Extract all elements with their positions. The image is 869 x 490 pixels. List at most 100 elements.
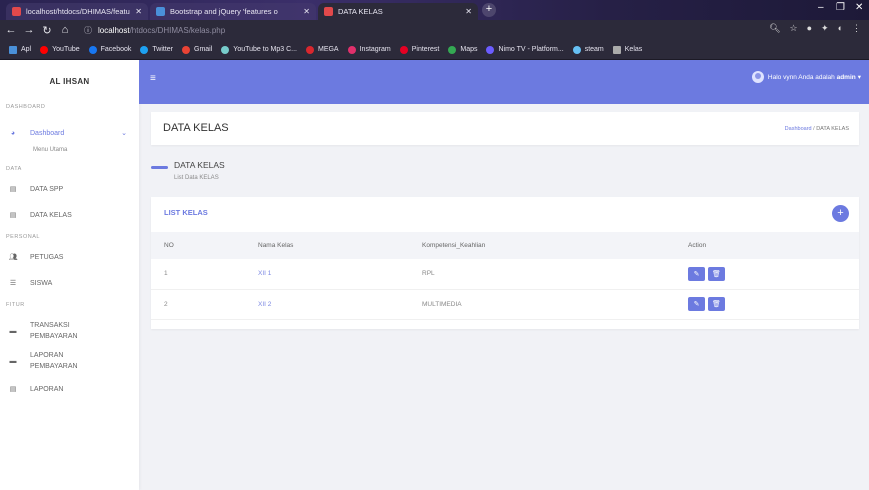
minimize-icon[interactable]: – [818, 2, 824, 13]
chevron-down-icon: ⌄ [121, 130, 127, 137]
steam-icon [572, 45, 581, 54]
bookmark-nimo[interactable]: Nimo TV - Platform... [486, 45, 564, 54]
column-header-kompetensi: Kompetensi_Keahlian [422, 232, 688, 259]
users-icon: 👥︎ [8, 254, 18, 261]
cell-kompetensi: MULTIMEDIA [422, 289, 688, 320]
browser-tab-2[interactable]: Bootstrap and jQuery 'features o ✕ [150, 3, 316, 20]
forward-icon[interactable]: → [22, 24, 36, 36]
search-icon[interactable]: 🔍︎ [769, 23, 780, 34]
user-greeting: Halo vynn Anda adalah [767, 73, 835, 81]
delete-button[interactable]: 🗑︎ [708, 266, 725, 281]
home-icon[interactable]: ⌂ [58, 24, 72, 36]
classroom-icon [612, 45, 621, 54]
facebook-icon [88, 45, 97, 54]
breadcrumb-separator: / [813, 126, 815, 132]
address-bar: ← → ↻ ⌂ ⓘ localhost/htdocs/DHIMAS/kelas.… [0, 20, 869, 40]
new-tab-button[interactable]: + [482, 3, 496, 17]
tab-close-icon[interactable]: ✕ [461, 7, 472, 16]
url-host: localhost [98, 25, 130, 35]
puzzle-icon[interactable]: ✦ [821, 23, 829, 34]
kelas-table: NO Nama Kelas Kompetensi_Keahlian Action… [151, 232, 859, 320]
sidebar-item-laporan-pembayaran[interactable]: ▬ LAPORAN PEMBAYARAN [0, 344, 139, 378]
sidebar-item-dashboard[interactable]: ◕ Dashboard ⌄ [0, 122, 139, 144]
sidebar-item-data-spp[interactable]: ▤ DATA SPP [0, 178, 139, 200]
back-icon[interactable]: ← [4, 24, 18, 36]
tab-title: localhost/htdocs/DHIMAS/featu [26, 7, 130, 16]
maps-icon [448, 45, 457, 54]
cell-no: 2 [151, 289, 258, 320]
bookmark-instagram[interactable]: Instagram [347, 45, 391, 54]
apps-grid-icon [9, 45, 17, 54]
reload-icon[interactable]: ↻ [40, 24, 54, 37]
tab-close-icon[interactable]: ✕ [131, 7, 142, 16]
bookmark-kelas[interactable]: Kelas [612, 45, 642, 54]
converter-icon [221, 45, 230, 54]
section-subtitle: List Data KELAS [174, 175, 219, 181]
sidebar-subitem-menu-utama[interactable]: Menu Utama [0, 144, 139, 162]
extension-icon[interactable]: ● [807, 23, 812, 34]
cell-action: ✎ 🗑︎ [688, 289, 859, 320]
breadcrumb-current: DATA KELAS [816, 126, 849, 132]
section-accent-line [151, 166, 168, 169]
user-menu[interactable]: Halo vynn Anda adalah admin ▾ [751, 71, 861, 83]
maximize-icon[interactable]: ❐ [836, 2, 845, 13]
bookmark-mega[interactable]: MEGA [305, 45, 339, 54]
bookmark-gmail[interactable]: Gmail [182, 45, 212, 54]
info-icon: ⓘ [84, 25, 92, 35]
edit-button[interactable]: ✎ [688, 266, 705, 281]
table-row: 1 XII 1 RPL ✎ 🗑︎ [151, 259, 859, 290]
breadcrumb-home-link[interactable]: Dashboard [785, 126, 812, 132]
page-header-card: DATA KELAS Dashboard / DATA KELAS [151, 112, 859, 145]
bookmark-steam[interactable]: steam [572, 45, 604, 54]
column-header-action: Action [688, 232, 859, 259]
table-header-row: NO Nama Kelas Kompetensi_Keahlian Action [151, 232, 859, 259]
sidebar-item-data-kelas[interactable]: ▤ DATA KELAS [0, 204, 139, 226]
cell-nama-kelas: XII 2 [258, 289, 422, 320]
tab-favicon [156, 7, 165, 16]
bookmark-apl[interactable]: Apl [9, 45, 31, 54]
trash-icon: 🗑︎ [712, 270, 721, 278]
section-title: DATA KELAS [174, 160, 225, 170]
sidebar-item-petugas[interactable]: 👥︎ PETUGAS [0, 246, 139, 268]
add-kelas-button[interactable]: + [832, 205, 849, 222]
bookmark-facebook[interactable]: Facebook [88, 45, 131, 54]
bookmark-twitter[interactable]: Twitter [140, 45, 173, 54]
browser-tab-3[interactable]: DATA KELAS ✕ [318, 3, 478, 20]
delete-button[interactable]: 🗑︎ [708, 297, 725, 311]
bookmark-youtube[interactable]: YouTube [40, 45, 80, 54]
menu-dots-icon[interactable]: ⋮ [852, 23, 861, 34]
avatar [751, 71, 764, 83]
sidebar: AL IHSAN DASHBOARD ◕ Dashboard ⌄ Menu Ut… [0, 60, 139, 490]
cell-action: ✎ 🗑︎ [688, 259, 859, 290]
url-field[interactable]: ⓘ localhost/htdocs/DHIMAS/kelas.php [84, 25, 225, 36]
student-icon: ☰ [9, 280, 17, 287]
tab-close-icon[interactable]: ✕ [299, 7, 310, 16]
close-window-icon[interactable]: ✕ [855, 2, 863, 13]
payment-icon: ▬ [9, 357, 17, 365]
star-icon[interactable]: ☆ [790, 23, 798, 34]
bookmark-youtube-mp3[interactable]: YouTube to Mp3 C... [221, 45, 297, 54]
column-header-nama-kelas: Nama Kelas [258, 232, 422, 259]
cell-kompetensi: RPL [422, 259, 688, 290]
document-icon: ▤ [9, 386, 17, 393]
sidebar-item-transaksi-pembayaran[interactable]: ▬ TRANSAKSI PEMBAYARAN [0, 314, 139, 348]
bookmark-pinterest[interactable]: Pinterest [399, 45, 439, 54]
sidebar-item-laporan[interactable]: ▤ LAPORAN [0, 378, 139, 400]
bookmark-maps[interactable]: Maps [448, 45, 477, 54]
column-header-no: NO [151, 232, 258, 259]
section-label-fitur: FITUR [6, 302, 25, 308]
dashboard-icon: ◕ [10, 129, 16, 137]
list-kelas-card: LIST KELAS + NO Nama Kelas Kompetensi_Ke… [151, 197, 859, 329]
sidebar-item-siswa[interactable]: ☰ SISWA [0, 272, 139, 294]
table-row: 2 XII 2 MULTIMEDIA ✎ 🗑︎ [151, 289, 859, 320]
cell-nama-kelas: XII 1 [258, 259, 422, 290]
profile-icon[interactable]: ◐ [838, 23, 843, 34]
tab-favicon [324, 7, 333, 16]
edit-button[interactable]: ✎ [688, 297, 705, 311]
document-icon: ▤ [9, 186, 17, 193]
hamburger-menu-icon[interactable]: ≡ [150, 73, 156, 84]
top-navbar: ≡ Halo vynn Anda adalah admin ▾ [139, 60, 869, 104]
browser-tab-1[interactable]: localhost/htdocs/DHIMAS/featu ✕ [6, 3, 148, 20]
browser-tab-bar: localhost/htdocs/DHIMAS/featu ✕ Bootstra… [0, 0, 869, 20]
user-role: admin [836, 73, 856, 81]
